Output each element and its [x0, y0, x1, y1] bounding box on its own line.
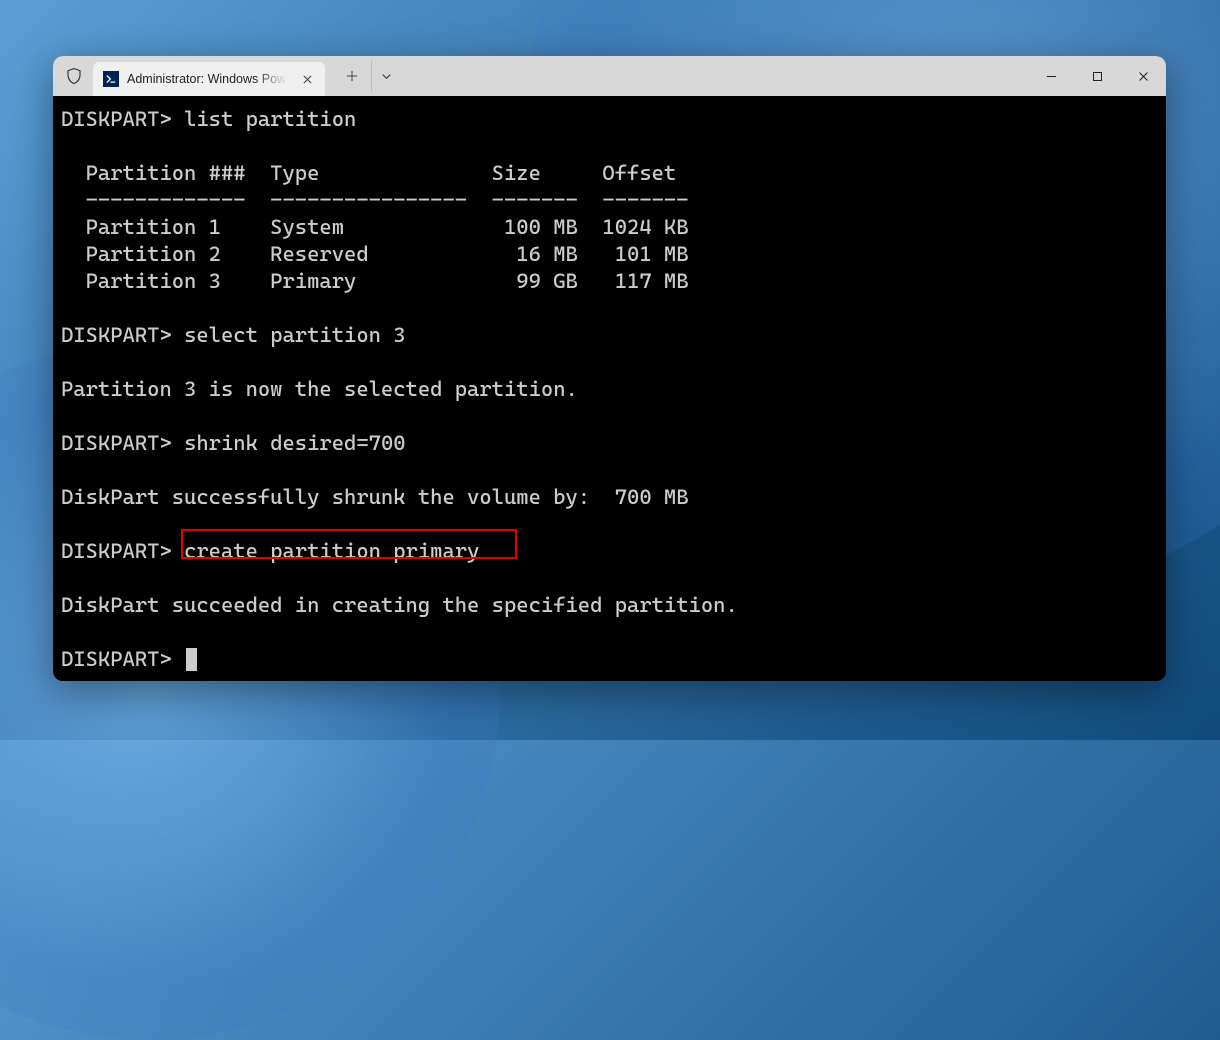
table-row: Partition 2 Reserved 16 MB 101 MB: [61, 242, 689, 266]
titlebar[interactable]: Administrator: Windows PowerShell: [53, 56, 1166, 96]
tab-close-button[interactable]: [299, 71, 315, 87]
terminal-output[interactable]: DISKPART> list partition Partition ### T…: [53, 96, 1166, 681]
powershell-icon: [103, 71, 119, 87]
maximize-button[interactable]: [1074, 56, 1120, 96]
terminal-window: Administrator: Windows PowerShell DISKPA…: [53, 56, 1166, 681]
tab-dropdown-button[interactable]: [371, 61, 401, 91]
cursor: [186, 648, 197, 671]
message-shrunk: DiskPart successfully shrunk the volume …: [61, 485, 689, 509]
message-created: DiskPart succeeded in creating the speci…: [61, 593, 738, 617]
terminal-tab[interactable]: Administrator: Windows PowerShell: [93, 62, 325, 96]
table-header: Partition ### Type Size Offset: [61, 161, 676, 185]
new-tab-button[interactable]: [337, 61, 367, 91]
command-select-partition: select partition 3: [184, 323, 405, 347]
command-list-partition: list partition: [184, 107, 356, 131]
table-row: Partition 1 System 100 MB 1024 KB: [61, 215, 689, 239]
prompt: DISKPART>: [61, 323, 172, 347]
admin-shield-icon: [65, 67, 83, 85]
prompt: DISKPART>: [61, 431, 172, 455]
command-create-partition: create partition primary: [184, 539, 479, 563]
table-row: Partition 3 Primary 99 GB 117 MB: [61, 269, 689, 293]
prompt: DISKPART>: [61, 107, 172, 131]
prompt: DISKPART>: [61, 539, 172, 563]
close-button[interactable]: [1120, 56, 1166, 96]
minimize-button[interactable]: [1028, 56, 1074, 96]
message-selected: Partition 3 is now the selected partitio…: [61, 377, 578, 401]
table-divider: ------------- ---------------- ------- -…: [61, 188, 689, 212]
command-shrink: shrink desired=700: [184, 431, 405, 455]
tab-title: Administrator: Windows PowerShell: [127, 72, 287, 86]
prompt: DISKPART>: [61, 647, 172, 671]
